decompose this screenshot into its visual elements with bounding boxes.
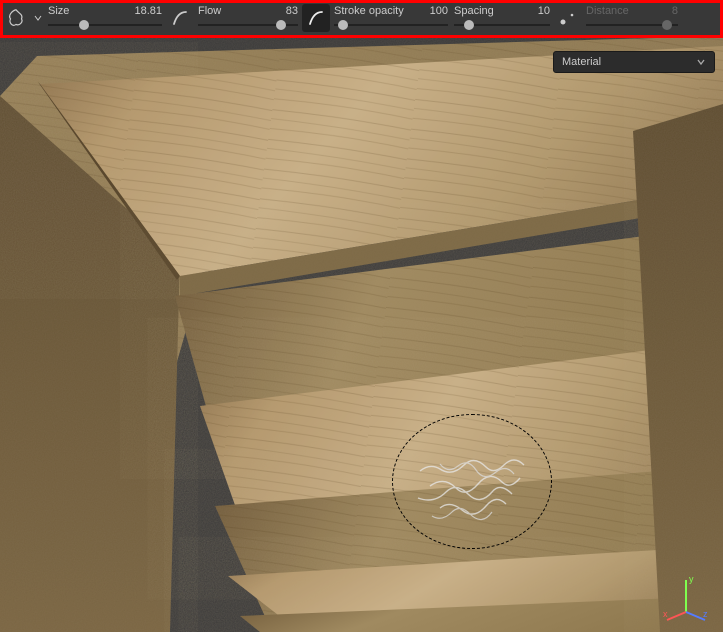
paint-toolbar: Size 18.81 Flow 83 Stroke opacity 100	[0, 0, 723, 36]
shading-mode-value: Material	[562, 56, 601, 68]
spacing-slider[interactable]: Spacing 10	[452, 4, 552, 32]
brush-dropdown-arrow-icon[interactable]	[32, 4, 44, 32]
dots-icon[interactable]	[554, 4, 582, 32]
axis-x-label: x	[663, 609, 668, 619]
chevron-down-icon	[696, 57, 706, 67]
axis-gizmo[interactable]: y x z	[661, 572, 711, 622]
stroke-opacity-track[interactable]	[334, 18, 448, 32]
axis-y-label: y	[689, 574, 694, 584]
pressure-size-icon[interactable]	[166, 4, 194, 32]
flow-slider[interactable]: Flow 83	[196, 4, 300, 32]
spacing-value: 10	[538, 5, 550, 17]
size-label: Size	[48, 5, 69, 17]
spacing-track[interactable]	[454, 18, 550, 32]
distance-value: 8	[672, 5, 678, 17]
shading-mode-dropdown[interactable]: Material	[553, 51, 715, 73]
size-slider[interactable]: Size 18.81	[46, 4, 164, 32]
size-track[interactable]	[48, 18, 162, 32]
viewport-3d[interactable]: Material y x z	[0, 36, 723, 632]
stroke-opacity-label: Stroke opacity	[334, 5, 404, 17]
flow-track[interactable]	[198, 18, 298, 32]
distance-slider: Distance 8	[584, 4, 680, 32]
brush-shape-icon[interactable]	[2, 4, 30, 32]
distance-track	[586, 18, 678, 32]
flow-value: 83	[286, 5, 298, 17]
flow-label: Flow	[198, 5, 221, 17]
stroke-opacity-value: 100	[430, 5, 448, 17]
scene-render	[0, 36, 723, 632]
stroke-opacity-slider[interactable]: Stroke opacity 100	[332, 4, 450, 32]
size-value: 18.81	[134, 5, 162, 17]
spacing-label: Spacing	[454, 5, 494, 17]
pressure-flow-icon[interactable]	[302, 4, 330, 32]
distance-label: Distance	[586, 5, 629, 17]
axis-z-label: z	[703, 609, 708, 619]
